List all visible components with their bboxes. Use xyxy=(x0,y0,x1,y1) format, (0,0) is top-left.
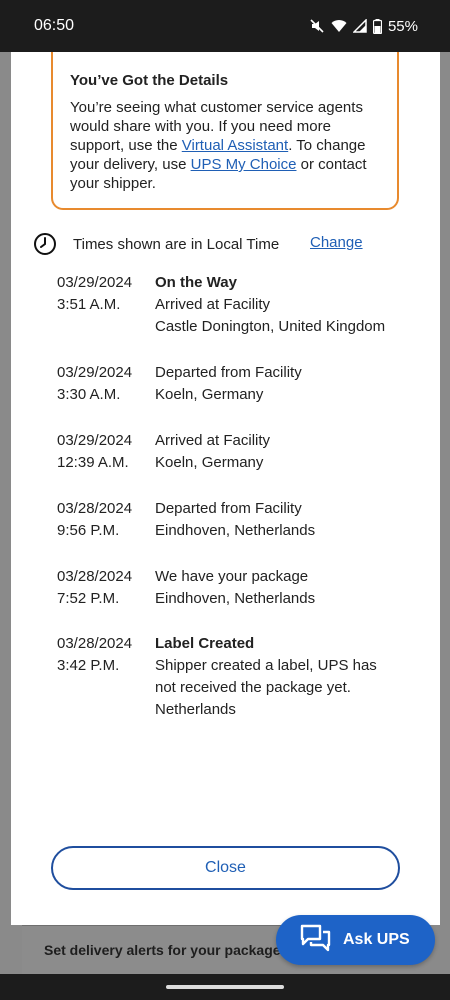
event-location: Castle Donington, United Kingdom xyxy=(155,318,386,335)
event-activity: We have your package xyxy=(155,568,309,585)
event-time: 3:42 P.M. xyxy=(57,657,120,674)
status-icons: 55% xyxy=(309,18,418,35)
battery-icon xyxy=(372,18,382,34)
timeline-event: 03/28/2024 3:42 P.M. Label Created Shipp… xyxy=(57,633,417,721)
event-date: 03/29/2024 xyxy=(57,274,133,291)
event-location: Eindhoven, Netherlands xyxy=(155,522,316,539)
signal-icon xyxy=(352,19,367,33)
timeline-event: 03/28/2024 9:56 P.M. Departed from Facil… xyxy=(57,498,417,542)
info-title: You’ve Got the Details xyxy=(70,72,229,89)
event-date: 03/29/2024 xyxy=(57,432,133,449)
timeline-event: 03/29/2024 3:30 A.M. Departed from Facil… xyxy=(57,362,417,406)
event-description: Arrived at Facility Koeln, Germany xyxy=(155,430,417,474)
event-description: Departed from Facility Eindhoven, Nether… xyxy=(155,498,417,542)
status-bar: 06:50 55% xyxy=(0,0,450,52)
timeline-event: 03/28/2024 7:52 P.M. We have your packag… xyxy=(57,566,417,610)
event-date: 03/28/2024 xyxy=(57,635,133,652)
event-description: On the Way Arrived at Facility Castle Do… xyxy=(155,272,417,338)
event-datetime: 03/29/2024 3:51 A.M. xyxy=(57,272,155,338)
event-activity: Departed from Facility xyxy=(155,500,302,517)
local-time-row: Times shown are in Local Time Change xyxy=(33,232,413,256)
event-status: On the Way xyxy=(155,274,237,291)
event-datetime: 03/28/2024 7:52 P.M. xyxy=(57,566,155,610)
event-status: Label Created xyxy=(155,635,255,652)
close-button[interactable]: Close xyxy=(51,846,400,890)
change-timezone-link[interactable]: Change xyxy=(310,234,363,251)
event-activity: Arrived at Facility xyxy=(155,296,271,313)
event-datetime: 03/28/2024 3:42 P.M. xyxy=(57,633,155,721)
status-time: 06:50 xyxy=(34,17,75,34)
event-datetime: 03/28/2024 9:56 P.M. xyxy=(57,498,155,542)
event-activity: Shipper created a label, UPS has xyxy=(155,657,377,674)
event-activity: Arrived at Facility xyxy=(155,432,271,449)
ask-ups-label: Ask UPS xyxy=(343,931,410,948)
background-alerts-text: Set delivery alerts for your package xyxy=(44,942,281,958)
system-nav-bar xyxy=(0,974,450,1000)
event-time: 3:51 A.M. xyxy=(57,296,121,313)
mute-icon xyxy=(309,18,325,34)
virtual-assistant-link[interactable]: Virtual Assistant xyxy=(182,137,288,154)
event-datetime: 03/29/2024 12:39 A.M. xyxy=(57,430,155,474)
event-time: 7:52 P.M. xyxy=(57,590,120,607)
event-location: Eindhoven, Netherlands xyxy=(155,590,316,607)
event-location: Koeln, Germany xyxy=(155,386,264,403)
event-time: 12:39 A.M. xyxy=(57,454,129,471)
event-time: 3:30 A.M. xyxy=(57,386,121,403)
battery-percent: 55% xyxy=(387,17,418,35)
event-date: 03/28/2024 xyxy=(57,568,133,585)
event-description: Label Created Shipper created a label, U… xyxy=(155,633,417,721)
info-body: You’re seeing what customer service agen… xyxy=(70,98,380,193)
event-date: 03/29/2024 xyxy=(57,364,133,381)
event-description: We have your package Eindhoven, Netherla… xyxy=(155,566,417,610)
tracking-details-modal: You’ve Got the Details You’re seeing wha… xyxy=(11,52,440,925)
timeline-event: 03/29/2024 12:39 A.M. Arrived at Facilit… xyxy=(57,430,417,474)
event-description: Departed from Facility Koeln, Germany xyxy=(155,362,417,406)
event-date: 03/28/2024 xyxy=(57,500,133,517)
event-location: Koeln, Germany xyxy=(155,454,264,471)
home-gesture-handle[interactable] xyxy=(166,985,284,989)
event-activity: Departed from Facility xyxy=(155,364,302,381)
wifi-icon xyxy=(331,19,347,33)
event-time: 9:56 P.M. xyxy=(57,522,120,539)
event-datetime: 03/29/2024 3:30 A.M. xyxy=(57,362,155,406)
event-activity-cont: not received the package yet. xyxy=(155,679,351,696)
timeline-event: 03/29/2024 3:51 A.M. On the Way Arrived … xyxy=(57,272,417,338)
ups-my-choice-link[interactable]: UPS My Choice xyxy=(191,156,297,173)
clock-icon xyxy=(33,232,57,256)
event-location: Netherlands xyxy=(155,701,236,718)
ask-ups-button[interactable]: Ask UPS xyxy=(276,915,435,965)
details-info-box: You’ve Got the Details You’re seeing wha… xyxy=(51,52,399,210)
local-time-text: Times shown are in Local Time xyxy=(73,235,280,253)
chat-icon xyxy=(300,924,332,957)
